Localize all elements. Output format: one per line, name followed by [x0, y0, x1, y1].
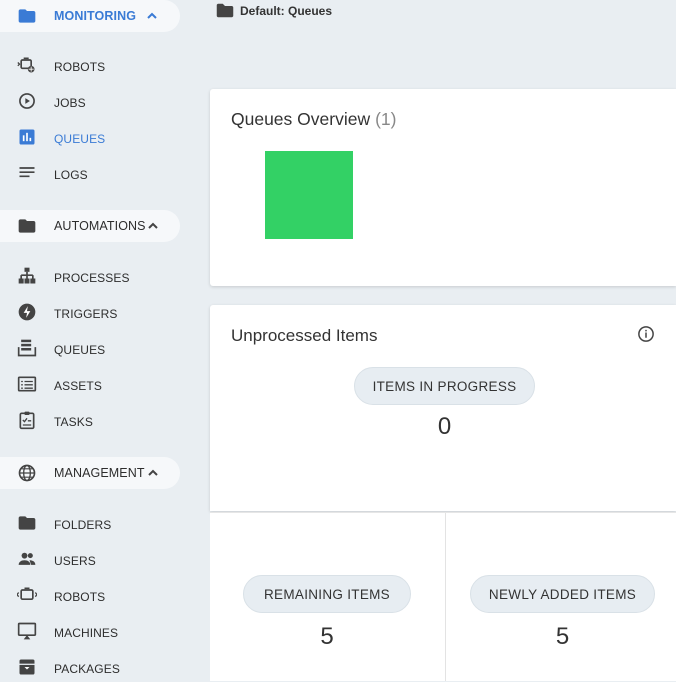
list-card-icon	[17, 376, 37, 392]
chevron-up-icon[interactable]	[146, 10, 158, 22]
sidebar-item-label: TASKS	[54, 415, 93, 429]
sidebar-item-label: MACHINES	[54, 626, 119, 640]
sidebar-item-triggers[interactable]: TRIGGERS	[0, 297, 200, 327]
unprocessed-items-card: Unprocessed Items ITEMS IN PROGRESS 0	[210, 305, 676, 511]
section-automations-label: AUTOMATIONS	[54, 219, 146, 233]
unprocessed-title: Unprocessed Items	[231, 326, 378, 345]
lines-icon	[19, 167, 35, 178]
overview-title: Queues Overview	[231, 109, 371, 129]
card-title: Queues Overview (1)	[231, 109, 396, 130]
sidebar-item-label: JOBS	[54, 96, 86, 110]
sidebar-item-users[interactable]: USERS	[0, 544, 200, 574]
folder-icon	[18, 219, 36, 233]
robot-icon	[17, 57, 35, 73]
archive-icon	[19, 659, 35, 675]
folder-icon	[18, 9, 36, 23]
queue-stack-icon	[17, 339, 37, 357]
section-monitoring-label: MONITORING	[54, 9, 137, 23]
items-in-progress-value: 0	[437, 413, 452, 440]
globe-icon	[18, 464, 36, 482]
folder-icon	[18, 516, 36, 530]
sidebar-item-label: ROBOTS	[54, 60, 106, 74]
hierarchy-icon	[18, 267, 36, 284]
queues-overview-card: Queues Overview (1)	[210, 89, 676, 286]
sidebar-item-tasks[interactable]: TASKS	[0, 405, 200, 435]
sidebar: MONITORING ROBOTS JOBS QUEUES LOGS AUTOM…	[0, 0, 200, 680]
sidebar-item-label: ROBOTS	[54, 590, 106, 604]
items-in-progress-chip[interactable]: ITEMS IN PROGRESS	[354, 367, 535, 405]
sidebar-item-label: USERS	[54, 554, 96, 568]
sidebar-item-label: ASSETS	[54, 379, 102, 393]
folder-icon	[216, 3, 234, 18]
robot-icon	[17, 587, 37, 600]
breadcrumb-text: Default: Queues	[240, 4, 333, 18]
users-icon	[18, 552, 36, 565]
sidebar-item-label: PROCESSES	[54, 271, 130, 285]
newly-added-items-value: 5	[555, 623, 570, 650]
info-icon[interactable]	[637, 325, 655, 343]
sidebar-item-robots-management[interactable]: ROBOTS	[0, 580, 200, 610]
section-automations[interactable]: AUTOMATIONS	[0, 210, 180, 242]
sidebar-item-robots[interactable]: ROBOTS	[0, 50, 200, 80]
monitor-icon	[17, 622, 37, 640]
sidebar-item-label: LOGS	[54, 168, 88, 182]
remaining-items-value: 5	[320, 623, 334, 650]
sidebar-item-label: PACKAGES	[54, 662, 120, 676]
bar-chart-icon	[19, 129, 35, 145]
sidebar-item-packages[interactable]: PACKAGES	[0, 652, 200, 682]
sidebar-item-jobs[interactable]: JOBS	[0, 86, 200, 116]
sidebar-item-queues[interactable]: QUEUES	[0, 333, 200, 363]
overview-count: (1)	[375, 109, 397, 129]
sidebar-item-assets[interactable]: ASSETS	[0, 369, 200, 399]
sidebar-item-label: QUEUES	[54, 343, 106, 357]
remaining-items-chip[interactable]: REMAINING ITEMS	[243, 575, 411, 613]
unprocessed-counts-panel: REMAINING ITEMS 5 NEWLY ADDED ITEMS 5	[210, 512, 676, 681]
section-management-label: MANAGEMENT	[54, 466, 145, 480]
sidebar-item-label: FOLDERS	[54, 518, 112, 532]
chevron-up-icon[interactable]	[147, 467, 159, 479]
sidebar-item-label: TRIGGERS	[54, 307, 118, 321]
sidebar-item-folders[interactable]: FOLDERS	[0, 508, 200, 538]
bolt-icon	[18, 303, 36, 321]
play-circle-icon	[19, 93, 35, 109]
chevron-up-icon[interactable]	[147, 220, 159, 232]
newly-added-items-chip[interactable]: NEWLY ADDED ITEMS	[470, 575, 655, 613]
sidebar-item-machines[interactable]: MACHINES	[0, 616, 200, 646]
section-management[interactable]: MANAGEMENT	[0, 457, 180, 489]
section-monitoring[interactable]: MONITORING	[0, 0, 180, 32]
column-divider	[445, 513, 446, 681]
sidebar-item-processes[interactable]: PROCESSES	[0, 261, 200, 291]
clipboard-check-icon	[19, 411, 35, 430]
sidebar-item-queues-monitoring[interactable]: QUEUES	[0, 122, 200, 152]
sidebar-item-logs[interactable]: LOGS	[0, 158, 200, 188]
sidebar-item-label: QUEUES	[54, 132, 106, 146]
queue-status-tile[interactable]	[265, 151, 353, 239]
